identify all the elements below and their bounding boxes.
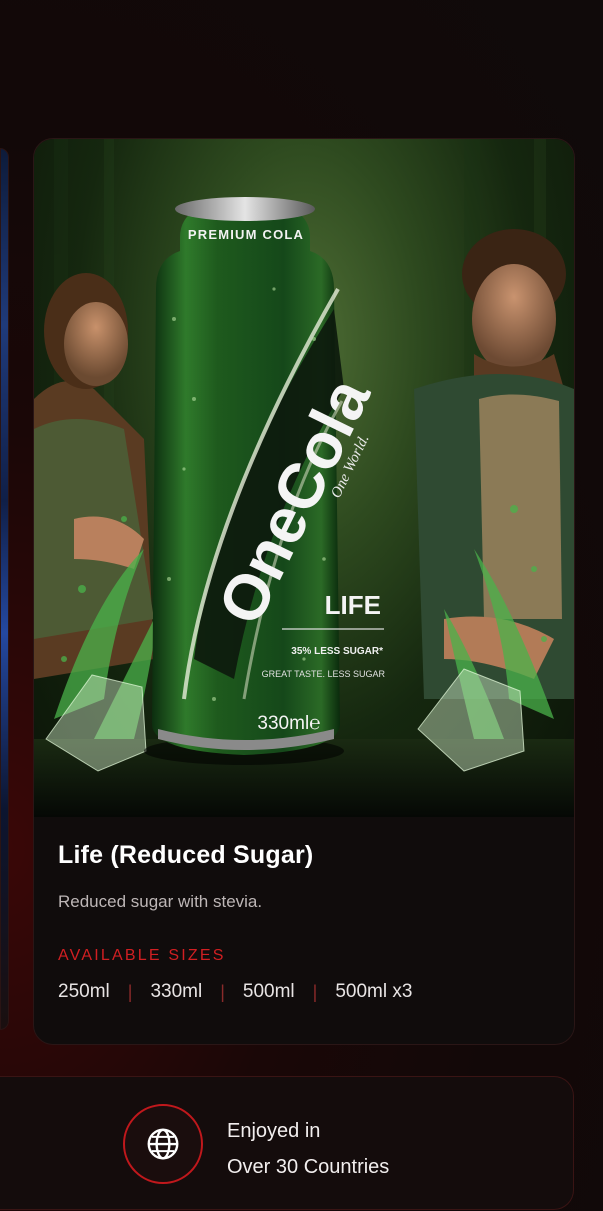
product-info: Life (Reduced Sugar) Reduced sugar with … [58, 839, 550, 1003]
countries-line-2: Over 30 Countries [227, 1156, 390, 1178]
size-divider: | [312, 981, 318, 1002]
previous-product-card-edge[interactable] [0, 148, 9, 1030]
size-option-500ml: 500ml [242, 981, 295, 1002]
product-hero-image: PREMIUM COLA OneCola One World. LIFE 35%… [34, 139, 574, 817]
countries-banner: Enjoyed in Over 30 Countries [0, 1076, 574, 1210]
product-card[interactable]: PREMIUM COLA OneCola One World. LIFE 35%… [33, 138, 575, 1045]
globe-icon [147, 1128, 179, 1160]
size-option-250ml: 250ml [58, 981, 110, 1002]
can-subclaim-text: GREAT TASTE. LESS SUGAR [262, 669, 386, 679]
sizes-list: 250ml | 330ml | 500ml | 500ml x3 [58, 981, 550, 1003]
globe-badge [123, 1104, 203, 1184]
size-divider: | [220, 981, 225, 1002]
can-claim-text: 35% LESS SUGAR* [291, 646, 383, 657]
can-variant-text: LIFE [325, 590, 381, 620]
countries-line-1: Enjoyed in [227, 1120, 321, 1142]
can-volume-text: 330ml℮ [257, 713, 320, 734]
product-title: Life (Reduced Sugar) [58, 841, 314, 869]
left-person [34, 273, 154, 679]
size-option-500ml-x3: 500ml x3 [335, 981, 413, 1002]
sizes-label: AVAILABLE SIZES [58, 947, 226, 964]
right-person [414, 229, 574, 699]
size-divider: | [127, 981, 133, 1002]
product-description: Reduced sugar with stevia. [58, 892, 263, 911]
size-option-330ml: 330ml [150, 981, 203, 1002]
countries-text: Enjoyed in Over 30 Countries [227, 1113, 389, 1185]
can-illustration: PREMIUM COLA OneCola One World. LIFE 35%… [34, 139, 574, 817]
can-premium-text: PREMIUM COLA [188, 227, 304, 242]
